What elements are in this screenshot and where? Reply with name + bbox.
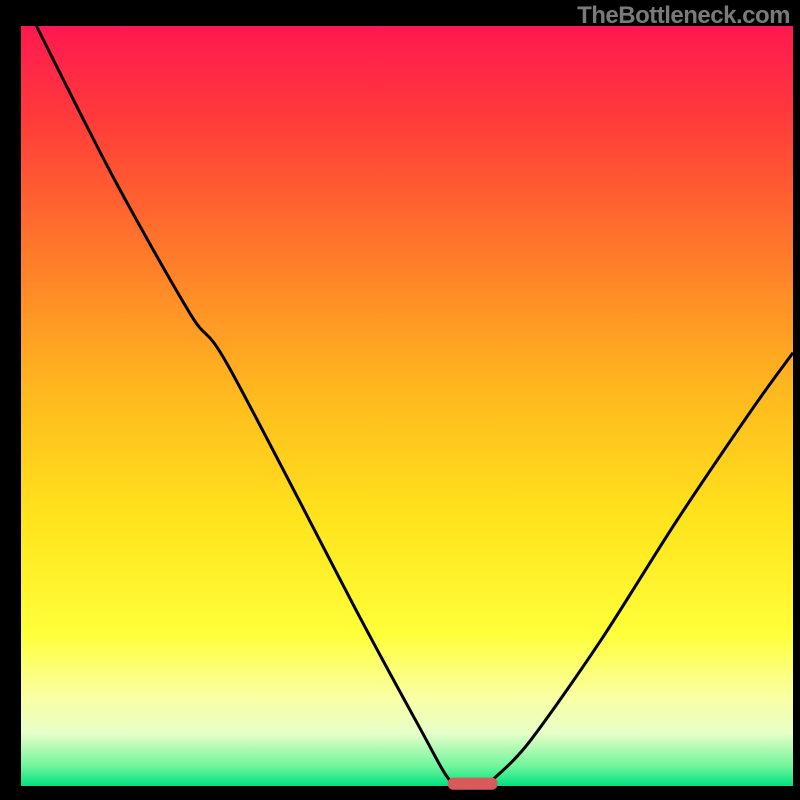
bottleneck-chart (0, 0, 800, 800)
plot-gradient-background (21, 26, 793, 786)
attribution-text: TheBottleneck.com (577, 2, 790, 30)
optimal-marker (448, 778, 498, 790)
